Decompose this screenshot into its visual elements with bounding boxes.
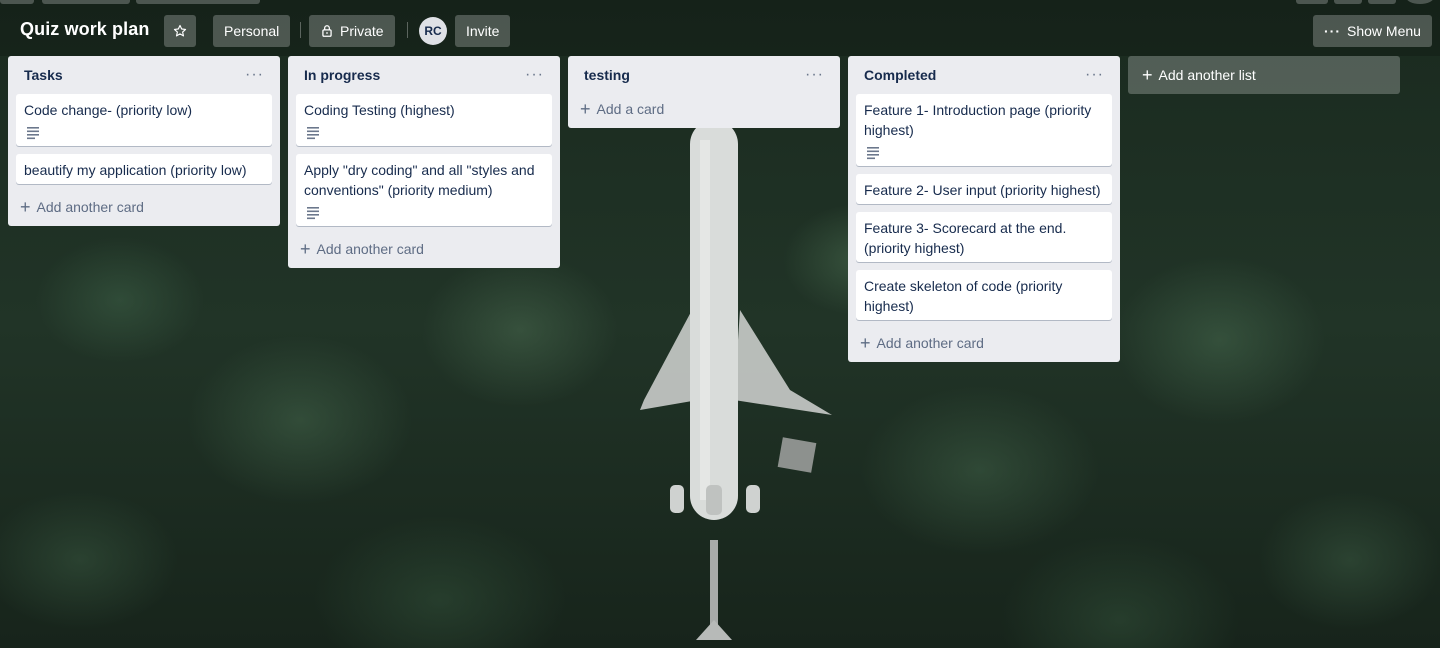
card-title: beautify my application (priority low) [24, 162, 247, 178]
description-icon [307, 207, 319, 220]
plus-icon: + [20, 197, 31, 217]
card[interactable]: Coding Testing (highest) [296, 94, 552, 146]
top-nav-stub[interactable] [1296, 0, 1328, 4]
add-card-button[interactable]: + Add another card [288, 234, 560, 264]
card[interactable]: beautify my application (priority low) [16, 154, 272, 184]
list-header: testing ··· [568, 56, 840, 94]
add-card-label: Add another card [316, 241, 424, 257]
top-nav-stub[interactable] [42, 0, 130, 4]
show-menu-button[interactable]: ··· Show Menu [1313, 15, 1432, 47]
list-title[interactable]: Tasks [24, 67, 63, 83]
list-menu-icon[interactable]: ··· [1085, 67, 1104, 83]
top-nav-stub[interactable] [1406, 0, 1434, 4]
card-title: Code change- (priority low) [24, 102, 193, 118]
card-title: Feature 1- Introduction page (priority h… [864, 102, 1092, 138]
list-header: In progress ··· [288, 56, 560, 94]
top-nav-stub[interactable] [0, 0, 34, 4]
list-title[interactable]: Completed [864, 67, 936, 83]
top-nav-stub[interactable] [1368, 0, 1396, 4]
card[interactable]: Feature 1- Introduction page (priority h… [856, 94, 1112, 166]
header-divider [407, 22, 408, 38]
description-icon [867, 147, 879, 160]
list-header: Tasks ··· [8, 56, 280, 94]
list-title[interactable]: In progress [304, 67, 380, 83]
add-card-label: Add a card [596, 101, 665, 117]
airplane-background-image [640, 120, 832, 640]
list-menu-icon[interactable]: ··· [525, 67, 544, 83]
team-button[interactable]: Personal [213, 15, 291, 47]
card-title: Coding Testing (highest) [304, 102, 455, 118]
list-testing: testing ··· + Add a card [568, 56, 840, 128]
add-card-button[interactable]: + Add a card [568, 94, 840, 124]
card-title: Feature 2- User input (priority highest) [864, 182, 1101, 198]
card[interactable]: Create skeleton of code (priority highes… [856, 270, 1112, 320]
card-title: Feature 3- Scorecard at the end. (priori… [864, 220, 1067, 256]
add-card-label: Add another card [36, 199, 144, 215]
card-title: Create skeleton of code (priority highes… [864, 278, 1063, 314]
team-label: Personal [224, 23, 280, 39]
board-header: Quiz work plan Personal Private RC Invit… [0, 0, 1440, 56]
add-list-button[interactable]: + Add another list [1128, 56, 1400, 94]
list-in-progress: In progress ··· Coding Testing (highest)… [288, 56, 560, 268]
top-nav-stub[interactable] [136, 0, 260, 4]
card-title: Apply "dry coding" and all "styles and c… [304, 162, 535, 198]
star-icon [173, 24, 187, 37]
plus-icon: + [860, 333, 871, 353]
card[interactable]: Apply "dry coding" and all "styles and c… [296, 154, 552, 226]
invite-label: Invite [466, 23, 500, 39]
member-avatar[interactable]: RC [419, 17, 447, 45]
plus-icon: + [300, 239, 311, 259]
visibility-label: Private [340, 23, 384, 39]
visibility-button[interactable]: Private [309, 15, 395, 47]
add-list-label: Add another list [1158, 67, 1256, 83]
plus-icon: + [1142, 65, 1153, 85]
star-button[interactable] [164, 15, 196, 47]
ellipsis-icon: ··· [1324, 23, 1341, 39]
top-nav-stub[interactable] [1334, 0, 1362, 4]
lock-icon [322, 25, 332, 37]
card[interactable]: Feature 3- Scorecard at the end. (priori… [856, 212, 1112, 262]
add-card-label: Add another card [876, 335, 984, 351]
list-tasks: Tasks ··· Code change- (priority low) be… [8, 56, 280, 226]
add-card-button[interactable]: + Add another card [848, 328, 1120, 358]
invite-button[interactable]: Invite [455, 15, 511, 47]
list-header: Completed ··· [848, 56, 1120, 94]
description-icon [27, 127, 39, 140]
plus-icon: + [580, 99, 591, 119]
header-divider [300, 22, 301, 38]
board-title[interactable]: Quiz work plan [20, 19, 149, 40]
add-card-button[interactable]: + Add another card [8, 192, 280, 222]
list-completed: Completed ··· Feature 1- Introduction pa… [848, 56, 1120, 362]
list-menu-icon[interactable]: ··· [245, 67, 264, 83]
list-menu-icon[interactable]: ··· [805, 67, 824, 83]
card[interactable]: Feature 2- User input (priority highest) [856, 174, 1112, 204]
description-icon [307, 127, 319, 140]
card[interactable]: Code change- (priority low) [16, 94, 272, 146]
show-menu-label: Show Menu [1347, 23, 1421, 39]
list-title[interactable]: testing [584, 67, 630, 83]
